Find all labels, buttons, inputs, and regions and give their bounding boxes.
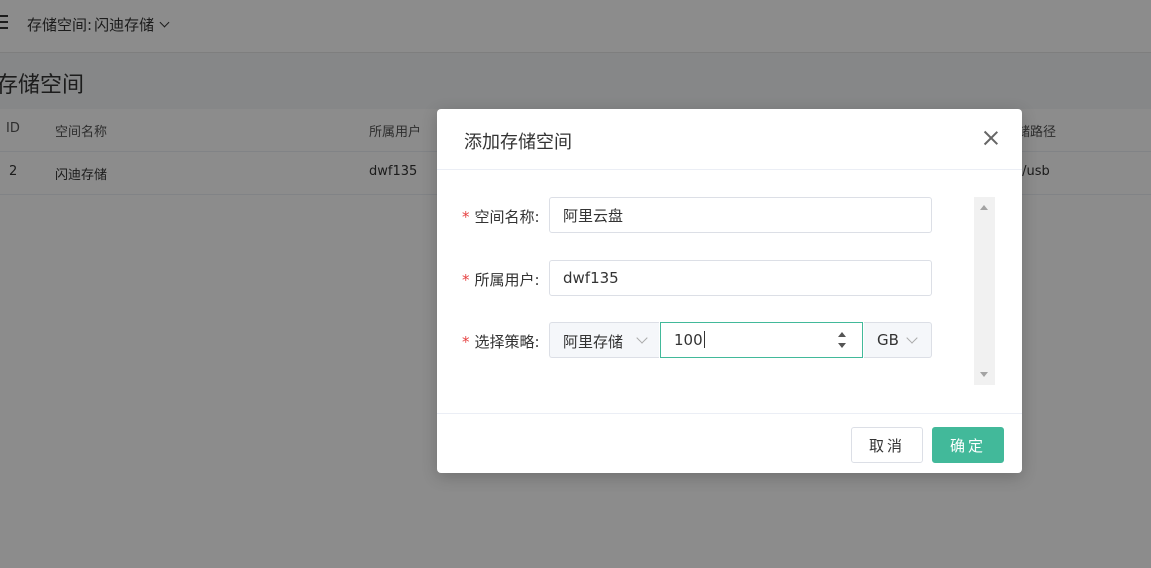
confirm-button[interactable]: 确定 [932,427,1004,463]
required-mark: * [462,333,470,351]
page: 存储空间: 闪迪存储 存储空间 ID 空间名称 所属用户 储路径 2 闪迪存储 … [0,0,1151,568]
cancel-button[interactable]: 取消 [851,427,923,463]
owner-user-input[interactable] [549,260,932,296]
add-storage-dialog: 添加存储空间 *空间名称: *所属用户: *选择策略: [437,109,1022,473]
user-label-text: 所属用户: [474,271,540,289]
text-caret [703,331,705,348]
form-row-name: * 空间名称: [437,197,1022,233]
name-label: * 空间名称: [462,206,540,227]
policy-select-value: 阿里存储 [563,333,624,351]
dialog-footer: 取消 确定 [437,413,1022,474]
chevron-down-icon [906,332,918,344]
size-number-input[interactable]: 100 [660,322,863,358]
name-label-text: 空间名称: [474,208,540,226]
close-icon[interactable] [982,129,1000,147]
form-row-policy: * 选择策略: 阿里存储 100 GB [437,322,1022,358]
size-value-text: 100 [674,331,703,349]
dialog-title: 添加存储空间 [464,132,572,153]
policy-label: * 选择策略: [462,331,540,352]
dialog-scrollbar[interactable] [974,197,995,385]
size-value: 100 [674,331,705,349]
user-label: * 所属用户: [462,269,540,290]
policy-select[interactable]: 阿里存储 [549,322,659,358]
scroll-up-icon[interactable] [980,205,988,210]
required-mark: * [462,271,470,289]
required-mark: * [462,208,470,226]
dialog-header: 添加存储空间 [437,109,1022,170]
unit-select[interactable]: GB [864,322,932,358]
space-name-input[interactable] [549,197,932,233]
number-spinner [836,330,848,350]
policy-label-text: 选择策略: [474,333,540,351]
unit-select-value: GB [877,331,899,349]
dialog-body: *空间名称: *所属用户: *选择策略: 阿里存储 [437,170,1022,412]
chevron-down-icon [636,332,648,344]
scroll-down-icon[interactable] [980,372,988,377]
form-row-user: * 所属用户: [437,260,1022,296]
spin-down-icon[interactable] [838,343,846,348]
spin-up-icon[interactable] [838,332,846,337]
